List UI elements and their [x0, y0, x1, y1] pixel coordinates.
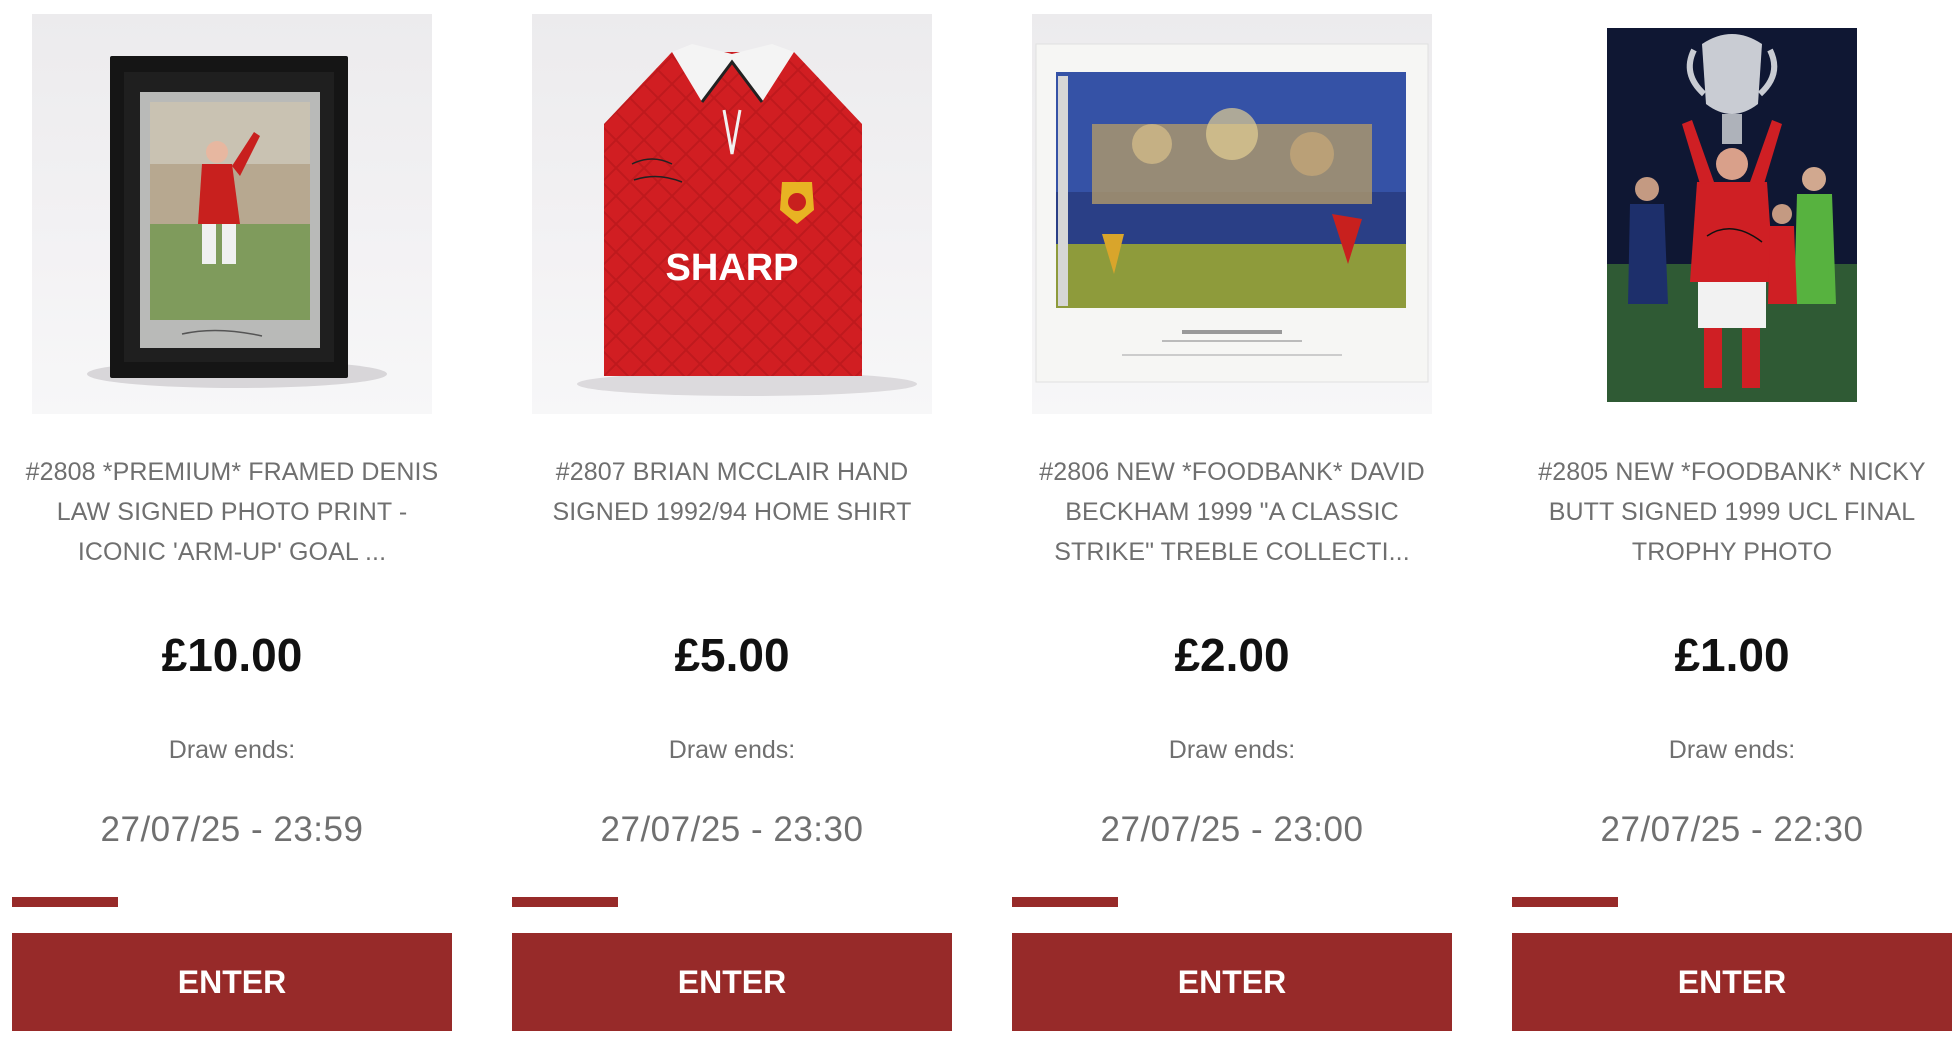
draw-ends-label: Draw ends: [1168, 736, 1296, 764]
competition-card: #2805 NEW *FOODBANK* NICKY BUTT SIGNED 1… [1512, 0, 1952, 1040]
progress-fill [1512, 897, 1618, 907]
competition-title[interactable]: #2806 NEW *FOODBANK* DAVID BECKHAM 1999 … [1012, 452, 1452, 572]
competition-title[interactable]: #2808 *PREMIUM* FRAMED DENIS LAW SIGNED … [12, 452, 452, 572]
progress-fill [512, 897, 618, 907]
football-shirt-illustration: SHARP [577, 44, 917, 396]
draw-date: 27/07/25 - 22:30 [1600, 810, 1864, 849]
enter-button[interactable]: ENTER [512, 933, 952, 1031]
draw-ends-label: Draw ends: [168, 736, 296, 764]
progress-fill [12, 897, 118, 907]
draw-ends-label: Draw ends: [668, 736, 796, 764]
tickets-sold-progress [12, 897, 452, 907]
enter-button[interactable]: ENTER [12, 933, 452, 1031]
competition-title[interactable]: #2807 BRIAN MCCLAIR HAND SIGNED 1992/94 … [512, 452, 952, 532]
draw-date: 27/07/25 - 23:00 [1100, 810, 1364, 849]
framed-photo-illustration [87, 56, 387, 388]
tickets-sold-progress [1512, 897, 1952, 907]
shirt-sponsor-text: SHARP [665, 247, 798, 289]
progress-fill [1012, 897, 1118, 907]
product-image[interactable] [32, 14, 432, 414]
competition-card: SHARP #2807 BRIAN MCCLAIR HAND SIGNED 19… [512, 0, 952, 1040]
competition-card: #2808 *PREMIUM* FRAMED DENIS LAW SIGNED … [12, 0, 452, 1040]
competition-card: #2806 NEW *FOODBANK* DAVID BECKHAM 1999 … [1012, 0, 1452, 1040]
ticket-price: £1.00 [1674, 629, 1790, 681]
art-print-illustration [1035, 43, 1429, 383]
trophy-photo-illustration [1607, 28, 1857, 402]
product-image[interactable] [1532, 14, 1932, 414]
enter-button[interactable]: ENTER [1512, 933, 1952, 1031]
tickets-sold-progress [1012, 897, 1452, 907]
competition-grid: #2808 *PREMIUM* FRAMED DENIS LAW SIGNED … [0, 0, 1960, 1040]
draw-ends-label: Draw ends: [1668, 736, 1796, 764]
tickets-sold-progress [512, 897, 952, 907]
ticket-price: £2.00 [1174, 629, 1290, 681]
draw-date: 27/07/25 - 23:30 [600, 810, 864, 849]
draw-date: 27/07/25 - 23:59 [100, 810, 364, 849]
ticket-price: £10.00 [161, 629, 303, 681]
product-image[interactable]: SHARP [532, 14, 932, 414]
competition-title[interactable]: #2805 NEW *FOODBANK* NICKY BUTT SIGNED 1… [1512, 452, 1952, 572]
ticket-price: £5.00 [674, 629, 790, 681]
product-image[interactable] [1032, 14, 1432, 414]
enter-button[interactable]: ENTER [1012, 933, 1452, 1031]
